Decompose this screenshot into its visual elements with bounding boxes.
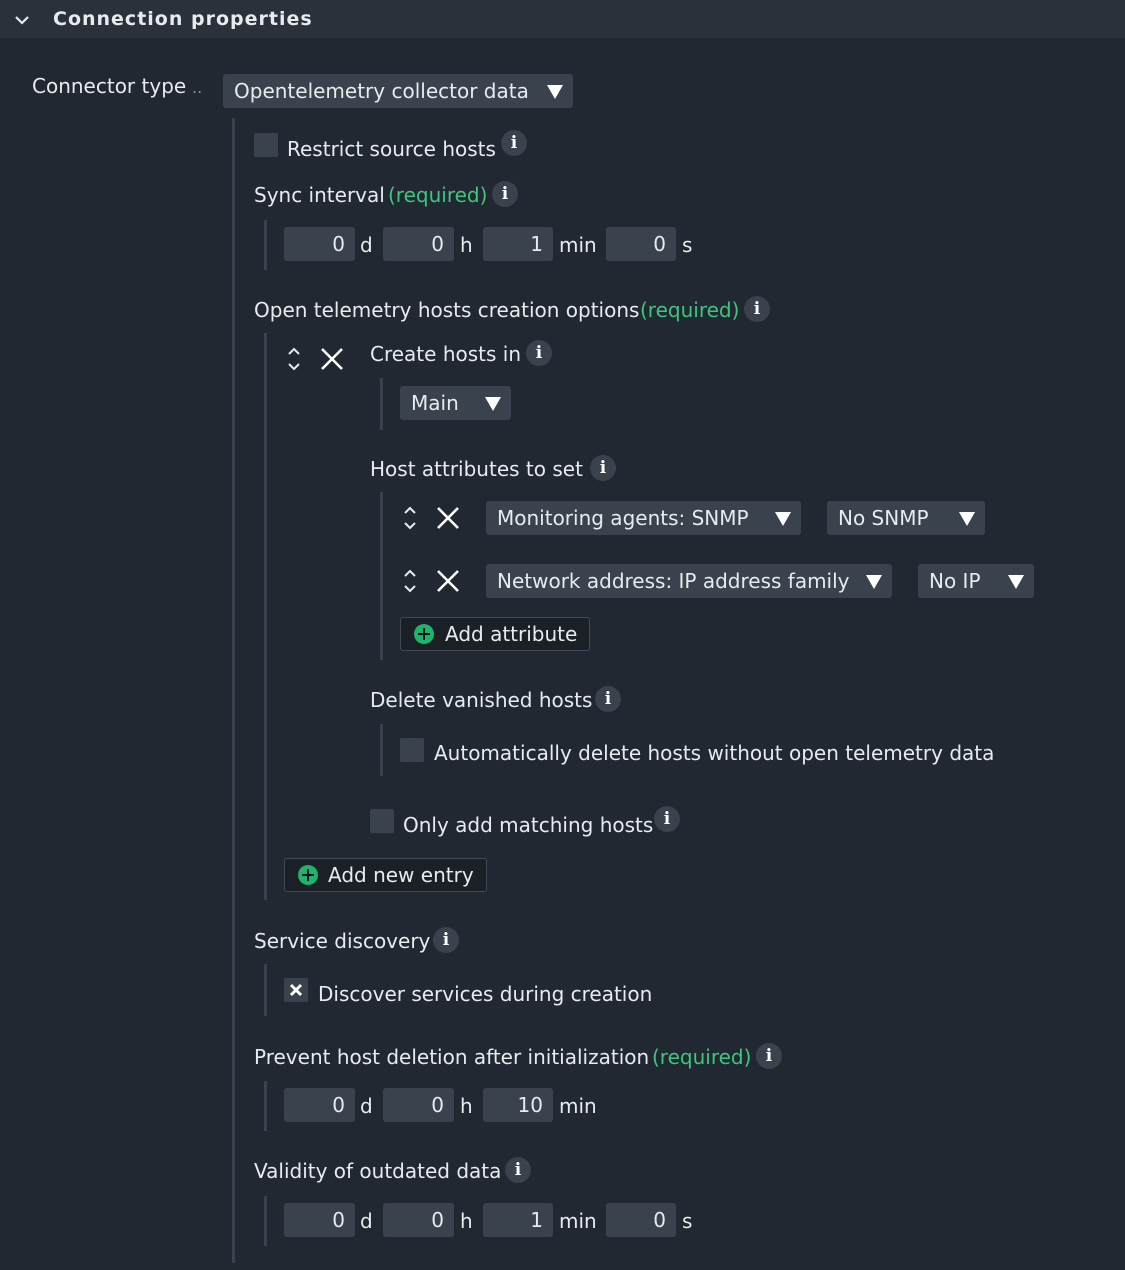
info-icon[interactable]: i [744, 296, 770, 322]
attribute-select[interactable]: Network address: IP address family [486, 564, 892, 598]
unit-minutes: min [559, 1209, 597, 1233]
info-icon[interactable]: i [526, 340, 552, 366]
unit-seconds: s [682, 1209, 693, 1233]
sync-hours-input[interactable]: 0 [383, 227, 454, 261]
check-x-icon [289, 983, 303, 997]
validity-days-input[interactable]: 0 [284, 1203, 355, 1237]
connector-options-bar [232, 118, 235, 1263]
prevent-deletion-bar [264, 1081, 267, 1131]
create-hosts-in-select[interactable]: Main [400, 386, 511, 420]
validity-minutes-input[interactable]: 1 [483, 1203, 553, 1237]
auto-delete-hosts-label: Automatically delete hosts without open … [434, 741, 995, 765]
unit-hours: h [460, 1209, 473, 1233]
info-icon[interactable]: i [595, 686, 621, 712]
unit-days: d [360, 1094, 373, 1118]
service-discovery-bar [264, 964, 267, 1016]
dropdown-arrow-icon [1008, 575, 1024, 589]
connector-type-label: Connector type [32, 74, 187, 98]
remove-attribute-icon[interactable] [436, 506, 460, 530]
dropdown-arrow-icon [959, 512, 975, 526]
otel-options-label: Open telemetry hosts creation options [254, 298, 640, 322]
plus-icon [414, 624, 434, 644]
info-icon[interactable]: i [590, 455, 616, 481]
sync-interval-bar [264, 220, 267, 270]
unit-seconds: s [682, 233, 693, 257]
delete-vanished-bar [380, 724, 383, 776]
attribute-value: No SNMP [838, 506, 929, 530]
validity-label: Validity of outdated data [254, 1159, 502, 1183]
reorder-icon[interactable] [402, 567, 418, 595]
info-icon[interactable]: i [433, 927, 459, 953]
unit-days: d [360, 233, 373, 257]
sync-seconds-input[interactable]: 0 [606, 227, 676, 261]
reorder-icon[interactable] [402, 504, 418, 532]
restrict-source-hosts-checkbox[interactable] [254, 133, 278, 157]
attribute-value-select[interactable]: No IP [918, 564, 1034, 598]
info-icon[interactable]: i [492, 181, 518, 207]
discover-services-label: Discover services during creation [318, 982, 653, 1006]
validity-seconds-input[interactable]: 0 [606, 1203, 676, 1237]
create-hosts-in-label: Create hosts in [370, 342, 521, 366]
otel-options-bar [264, 333, 267, 900]
connector-type-value: Opentelemetry collector data [234, 79, 529, 103]
sync-interval-label: Sync interval [254, 183, 385, 207]
connector-type-select[interactable]: Opentelemetry collector data [223, 74, 573, 108]
add-attribute-button[interactable]: Add attribute [400, 617, 590, 651]
required-tag: (required) [652, 1045, 752, 1069]
attribute-name: Monitoring agents: SNMP [497, 506, 749, 530]
auto-delete-hosts-checkbox[interactable] [400, 738, 424, 762]
sync-days-input[interactable]: 0 [284, 227, 355, 261]
sync-minutes-input[interactable]: 1 [483, 227, 553, 261]
attribute-value-select[interactable]: No SNMP [827, 501, 985, 535]
dropdown-arrow-icon [547, 85, 563, 99]
unit-hours: h [460, 233, 473, 257]
info-icon[interactable]: i [654, 806, 680, 832]
dropdown-arrow-icon [866, 575, 882, 589]
reorder-icon[interactable] [286, 345, 302, 373]
chevron-down-icon [15, 16, 29, 25]
unit-minutes: min [559, 233, 597, 257]
attribute-value: No IP [929, 569, 981, 593]
delete-entry-icon[interactable] [320, 347, 344, 371]
prevent-days-input[interactable]: 0 [284, 1088, 355, 1122]
prevent-deletion-label: Prevent host deletion after initializati… [254, 1045, 650, 1069]
connector-type-dots: .. [192, 78, 203, 97]
add-new-entry-label: Add new entry [328, 863, 474, 887]
dropdown-arrow-icon [485, 397, 501, 411]
unit-minutes: min [559, 1094, 597, 1118]
validity-hours-input[interactable]: 0 [383, 1203, 454, 1237]
info-icon[interactable]: i [501, 130, 527, 156]
only-matching-hosts-checkbox[interactable] [370, 809, 394, 833]
host-attributes-label: Host attributes to set [370, 457, 583, 481]
unit-days: d [360, 1209, 373, 1233]
add-new-entry-button[interactable]: Add new entry [284, 858, 487, 892]
info-icon[interactable]: i [505, 1157, 531, 1183]
add-attribute-label: Add attribute [445, 622, 578, 646]
plus-icon [298, 865, 318, 885]
section-header[interactable]: Connection properties [0, 0, 1125, 38]
unit-hours: h [460, 1094, 473, 1118]
dropdown-arrow-icon [775, 512, 791, 526]
discover-services-checkbox[interactable] [284, 978, 308, 1002]
info-icon[interactable]: i [756, 1043, 782, 1069]
prevent-minutes-input[interactable]: 10 [483, 1088, 553, 1122]
required-tag: (required) [388, 183, 488, 207]
attribute-name: Network address: IP address family [497, 569, 850, 593]
only-matching-hosts-label: Only add matching hosts [403, 813, 654, 837]
restrict-source-hosts-label: Restrict source hosts [287, 137, 496, 161]
required-tag: (required) [640, 298, 740, 322]
validity-bar [264, 1196, 267, 1246]
create-hosts-in-bar [380, 378, 383, 430]
create-hosts-in-value: Main [411, 391, 459, 415]
section-title: Connection properties [53, 8, 313, 30]
prevent-hours-input[interactable]: 0 [383, 1088, 454, 1122]
host-attributes-bar [380, 492, 383, 660]
remove-attribute-icon[interactable] [436, 569, 460, 593]
service-discovery-label: Service discovery [254, 929, 431, 953]
attribute-select[interactable]: Monitoring agents: SNMP [486, 501, 801, 535]
delete-vanished-label: Delete vanished hosts [370, 688, 593, 712]
